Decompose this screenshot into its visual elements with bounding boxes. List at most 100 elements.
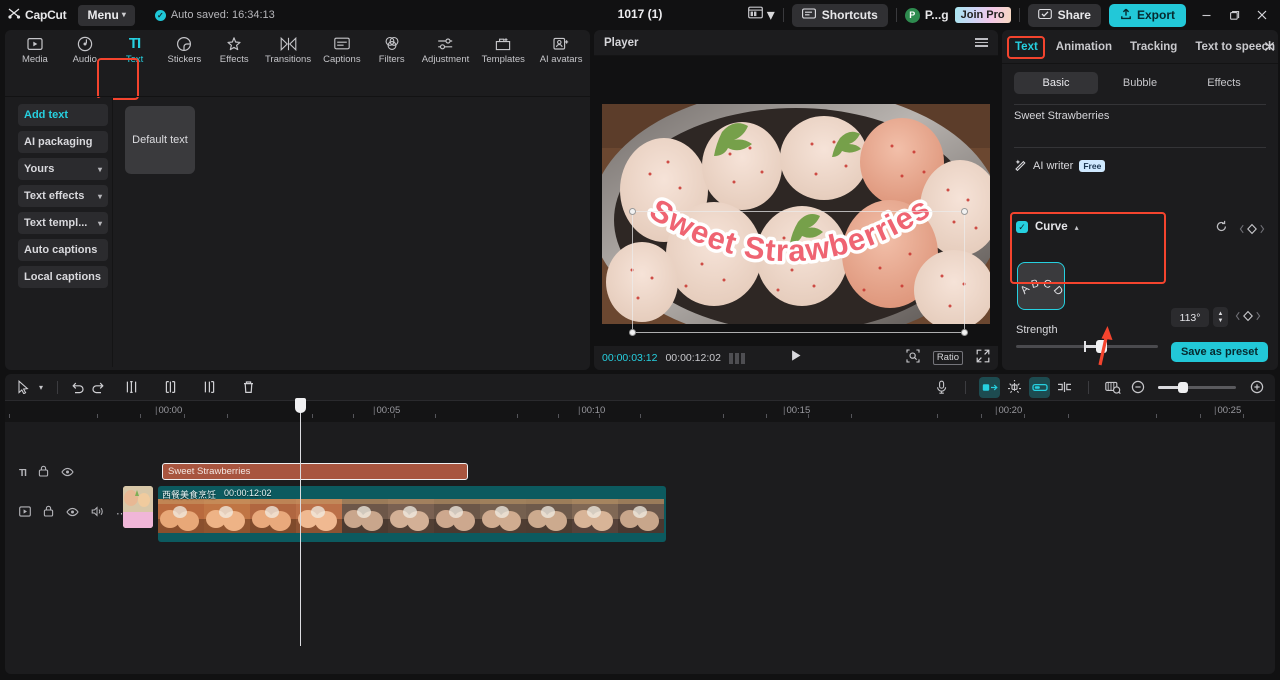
nav-tab-captions[interactable]: Captions	[317, 32, 367, 65]
title-bar: CapCut Menu ▾ ✓ Auto saved: 16:34:13 101…	[0, 0, 1280, 30]
slider-knob[interactable]	[1096, 340, 1107, 353]
hamburger-icon[interactable]	[975, 38, 988, 47]
nav-tab-effects[interactable]: Effects	[209, 32, 259, 65]
resize-handle-top-right[interactable]	[961, 208, 968, 215]
text-content-input[interactable]: Sweet Strawberries	[1014, 104, 1266, 148]
nav-tab-text[interactable]: TI Text	[110, 32, 160, 65]
share-icon	[1038, 8, 1052, 23]
nav-tab-stickers[interactable]: Stickers	[159, 32, 209, 65]
timeline-zoom-slider[interactable]	[1158, 386, 1236, 389]
reset-icon[interactable]	[1215, 220, 1228, 238]
ruler-tick	[9, 414, 10, 418]
library-item-auto-captions[interactable]: Auto captions	[18, 239, 108, 261]
resize-handle-bottom-left[interactable]	[629, 329, 636, 336]
link-icon[interactable]	[1029, 377, 1050, 398]
eye-icon[interactable]	[61, 464, 74, 482]
library-item-ai-packaging[interactable]: AI packaging	[18, 131, 108, 153]
nav-tab-transitions[interactable]: Transitions	[259, 32, 317, 65]
segment-effects[interactable]: Effects	[1182, 72, 1266, 94]
library-item-text-templates[interactable]: Text templ... ▾	[18, 212, 108, 234]
tab-text[interactable]: Text	[1006, 41, 1047, 53]
tab-animation[interactable]: Animation	[1047, 41, 1121, 53]
resize-handle-top-left[interactable]	[629, 208, 636, 215]
nav-tab-media[interactable]: Media	[10, 32, 60, 65]
nav-tab-audio[interactable]: Audio	[60, 32, 110, 65]
library-item-add-text[interactable]: Add text	[18, 104, 108, 126]
strength-slider[interactable]	[1016, 345, 1158, 348]
redo-icon[interactable]	[88, 377, 109, 398]
playhead[interactable]	[300, 400, 301, 646]
collapse-panel-icon[interactable]	[1263, 40, 1276, 58]
nav-tab-ai-avatars[interactable]: AI avatars	[532, 32, 590, 65]
library-item-yours[interactable]: Yours ▾	[18, 158, 108, 180]
split-left-icon[interactable]	[121, 377, 142, 398]
trim-end-icon[interactable]	[199, 377, 220, 398]
select-tool-dropdown-icon[interactable]: ▾	[34, 377, 48, 398]
video-clip[interactable]: 西餐美食烹饪 00:00:12:02	[158, 486, 666, 542]
segment-bubble[interactable]: Bubble	[1098, 72, 1182, 94]
frames-icon[interactable]	[729, 353, 745, 364]
lock-icon[interactable]	[43, 504, 54, 522]
minimize-button[interactable]	[1192, 2, 1220, 28]
keyframe-diamond-icon[interactable]	[1238, 223, 1266, 235]
split-clip-icon[interactable]	[1054, 377, 1075, 398]
segment-basic[interactable]: Basic	[1014, 72, 1098, 94]
chevron-up-icon[interactable]: ▴	[1075, 223, 1079, 232]
snapshot-icon[interactable]	[906, 349, 920, 368]
chevron-down-icon: ▾	[767, 5, 775, 25]
shortcuts-button[interactable]: Shortcuts	[792, 4, 888, 27]
fullscreen-icon[interactable]	[976, 349, 990, 368]
timeline-ruler[interactable]: 00:00 00:05 00:10 00:15 00:20 00:25	[5, 400, 1275, 422]
play-icon[interactable]	[790, 349, 803, 367]
text-selection-box[interactable]	[632, 211, 965, 333]
select-cursor-icon[interactable]	[13, 377, 34, 398]
trim-start-icon[interactable]	[160, 377, 181, 398]
ruler-tick	[353, 414, 354, 418]
default-text-tile[interactable]: Default text	[125, 106, 195, 174]
join-pro-button[interactable]: Join Pro	[955, 7, 1011, 23]
slider-center-tick	[1084, 341, 1086, 352]
resize-handle-bottom-right[interactable]	[961, 329, 968, 336]
strength-stepper[interactable]: ▲▼	[1213, 307, 1228, 327]
strength-keyframe-diamond-icon[interactable]	[1234, 310, 1262, 322]
text-clip[interactable]: Sweet Strawberries	[162, 463, 468, 480]
ai-writer-button[interactable]: AI writer Free	[1014, 155, 1266, 177]
preview-clip-icon[interactable]	[1102, 377, 1123, 398]
curve-preset-thumbnail[interactable]: A B C D E	[1017, 262, 1065, 310]
nav-tab-templates[interactable]: Templates	[474, 32, 532, 65]
strength-value-input[interactable]: 113°	[1171, 308, 1209, 327]
zoom-out-icon[interactable]	[1127, 377, 1148, 398]
speaker-icon[interactable]	[91, 504, 104, 522]
zoom-slider-knob[interactable]	[1178, 382, 1188, 393]
avatar: P	[905, 8, 920, 23]
save-as-preset-button[interactable]: Save as preset	[1171, 342, 1268, 362]
text-track-header: TI	[5, 464, 113, 482]
library-item-text-effects[interactable]: Text effects ▾	[18, 185, 108, 207]
ratio-button[interactable]: Ratio	[933, 351, 963, 365]
delete-icon[interactable]	[238, 377, 259, 398]
magnet-icon[interactable]	[1004, 377, 1025, 398]
divider	[783, 8, 784, 22]
microphone-icon[interactable]	[931, 377, 952, 398]
eye-icon[interactable]	[66, 504, 79, 522]
menu-button[interactable]: Menu ▾	[78, 5, 134, 26]
current-time: 00:00:03:12	[602, 352, 657, 364]
undo-icon[interactable]	[67, 377, 88, 398]
nav-tab-adjustment[interactable]: Adjustment	[417, 32, 475, 65]
text-icon: TI	[129, 35, 140, 52]
curve-checkbox[interactable]: ✓	[1016, 221, 1028, 233]
maximize-button[interactable]	[1220, 2, 1248, 28]
mirror-icon[interactable]	[979, 377, 1000, 398]
nav-tab-label: Audio	[73, 54, 97, 65]
lock-icon[interactable]	[38, 464, 49, 482]
tab-tracking[interactable]: Tracking	[1121, 41, 1186, 53]
account-button[interactable]: P P...g	[905, 8, 949, 23]
nav-tab-filters[interactable]: Filters	[367, 32, 417, 65]
zoom-in-icon[interactable]	[1246, 377, 1267, 398]
close-button[interactable]	[1248, 2, 1276, 28]
library-item-local-captions[interactable]: Local captions	[18, 266, 108, 288]
playhead-handle[interactable]	[295, 398, 306, 413]
layout-button[interactable]: ▾	[748, 5, 775, 25]
export-button[interactable]: Export	[1109, 4, 1186, 27]
share-button[interactable]: Share	[1028, 4, 1101, 27]
